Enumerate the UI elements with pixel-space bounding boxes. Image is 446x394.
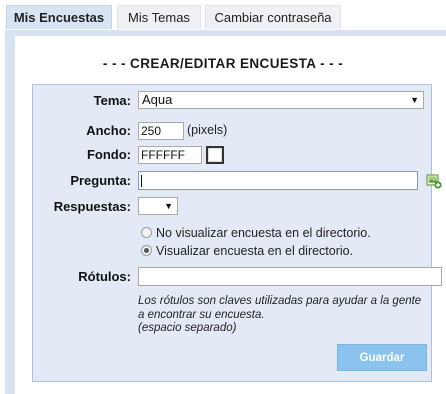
rotulos-hint: Los rótulos son claves utilizadas para a… <box>138 295 438 336</box>
ancho-label: Ancho: <box>86 123 131 138</box>
fondo-label: Fondo: <box>86 147 131 162</box>
tab-bar: Mis Encuestas Mis Temas Cambiar contrase… <box>0 0 446 30</box>
rotulos-label: Rótulos: <box>78 269 131 284</box>
main-panel: - - - CREAR/EDITAR ENCUESTA - - - Tema: … <box>15 36 446 394</box>
color-swatch[interactable] <box>206 146 224 164</box>
page-title: - - - CREAR/EDITAR ENCUESTA - - - <box>102 56 344 71</box>
chevron-down-icon: ▼ <box>164 201 173 211</box>
radio-hide-label: No visualizar encuesta en el directorio. <box>156 226 371 240</box>
rotulos-input[interactable] <box>138 267 442 286</box>
tab-cambiar-contrasena[interactable]: Cambiar contraseña <box>205 5 341 29</box>
hint-line: (espacio separado) <box>138 322 237 334</box>
radio-button-hide[interactable] <box>141 227 152 238</box>
radio-option-hide[interactable]: No visualizar encuesta en el directorio. <box>141 226 371 240</box>
tab-mis-temas[interactable]: Mis Temas <box>117 5 201 29</box>
respuestas-label: Respuestas: <box>53 199 131 214</box>
ancho-unit: (pixels) <box>187 123 228 137</box>
radio-show-label: Visualizar encuesta en el directorio. <box>156 244 354 258</box>
tema-select-value: Aqua <box>142 92 173 107</box>
respuestas-select[interactable]: ▼ <box>138 197 178 215</box>
poll-form: Tema: Aqua ▼ Ancho: 250 (pixels) Fondo: … <box>32 84 442 382</box>
radio-button-show[interactable] <box>141 245 152 256</box>
text-caret <box>141 174 142 187</box>
save-button[interactable]: Guardar <box>337 344 427 371</box>
tema-label: Tema: <box>93 93 131 108</box>
chevron-down-icon: ▼ <box>410 95 419 105</box>
fondo-input[interactable]: FFFFFF <box>138 146 202 164</box>
hint-line: Los rótulos son claves utilizadas para a… <box>138 295 422 307</box>
radio-option-show[interactable]: Visualizar encuesta en el directorio. <box>141 244 353 258</box>
tema-select[interactable]: Aqua ▼ <box>138 91 424 109</box>
add-image-icon[interactable] <box>426 173 442 189</box>
tab-mis-encuestas[interactable]: Mis Encuestas <box>6 5 112 29</box>
pregunta-label: Pregunta: <box>70 173 131 188</box>
ancho-input[interactable]: 250 <box>138 122 184 140</box>
pregunta-input[interactable] <box>138 171 418 190</box>
hint-line: a encontrar su encuesta. <box>138 308 265 321</box>
